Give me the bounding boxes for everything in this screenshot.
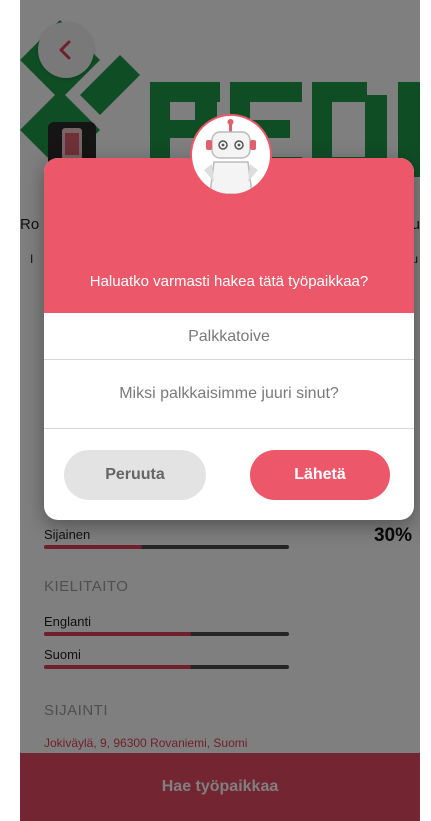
app-screen: Ro elu I u Sijainen 30% KIELITAITO Engla… xyxy=(20,0,420,821)
salary-input[interactable] xyxy=(44,327,414,347)
reason-input[interactable] xyxy=(44,384,414,404)
dialog-question: Haluatko varmasti hakea tätä työpaikkaa? xyxy=(89,273,369,290)
salary-field[interactable] xyxy=(44,315,414,360)
send-button[interactable]: Lähetä xyxy=(250,450,390,500)
cancel-button[interactable]: Peruuta xyxy=(64,450,206,500)
robot-mascot-icon xyxy=(190,114,272,196)
apply-confirm-dialog: Haluatko varmasti hakea tätä työpaikkaa? xyxy=(44,114,414,520)
reason-field[interactable] xyxy=(44,360,414,429)
